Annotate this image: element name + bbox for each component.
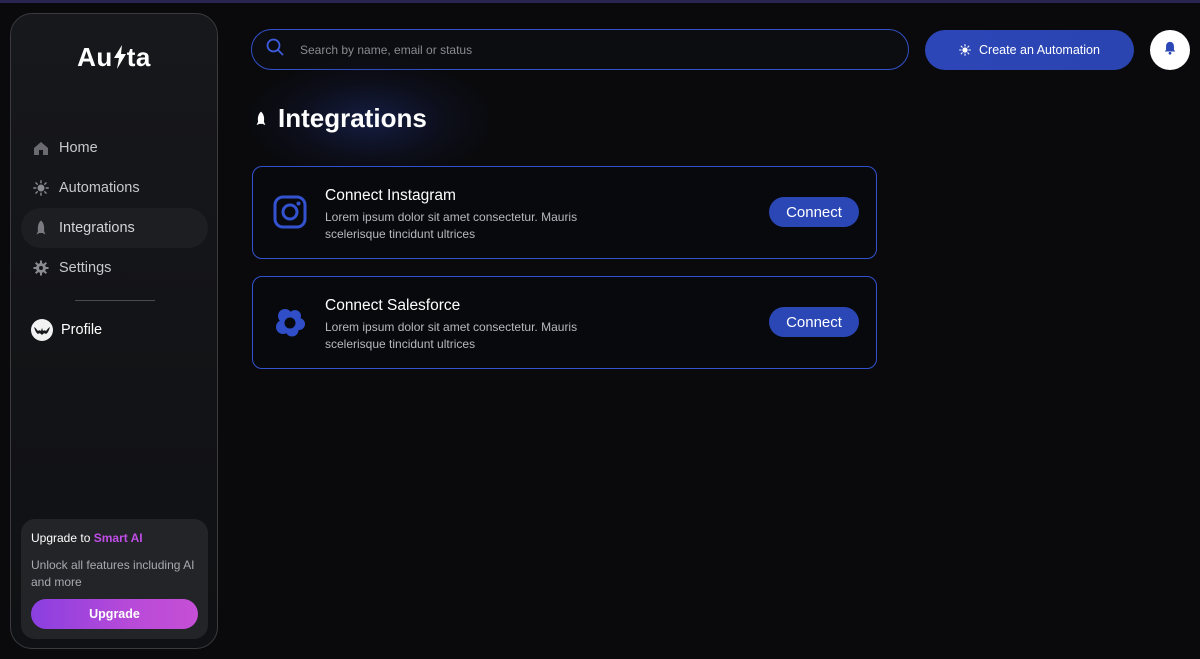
upgrade-title-prefix: Upgrade to	[31, 531, 94, 545]
bell-icon	[1163, 41, 1177, 60]
salesforce-icon	[273, 305, 307, 339]
rocket-icon	[254, 110, 268, 128]
sidebar-item-label: Home	[59, 140, 98, 156]
connect-instagram-button[interactable]: Connect	[769, 197, 859, 227]
sidebar-item-label: Automations	[59, 180, 140, 196]
integration-card-salesforce: Connect Salesforce Lorem ipsum dolor sit…	[252, 276, 877, 369]
sidebar-item-integrations[interactable]: Integrations	[21, 208, 208, 248]
profile-link[interactable]: Profile	[31, 319, 102, 341]
upgrade-title: Upgrade to Smart AI	[31, 531, 198, 545]
integration-title: Connect Salesforce	[325, 297, 461, 314]
create-automation-label: Create an Automation	[979, 43, 1100, 57]
rocket-icon	[33, 220, 49, 236]
avatar	[31, 319, 53, 341]
sidebar-item-automations[interactable]: Automations	[21, 168, 208, 208]
instagram-icon	[273, 195, 307, 229]
sidebar-item-home[interactable]: Home	[21, 128, 208, 168]
upgrade-card: Upgrade to Smart AI Unlock all features …	[21, 519, 208, 639]
page-title-text: Integrations	[278, 103, 427, 133]
top-accent-line	[0, 0, 1200, 3]
logo-text-left: Au	[77, 42, 113, 72]
app-logo[interactable]: Au ta	[11, 42, 217, 73]
sparkle-icon	[959, 44, 971, 56]
integration-card-instagram: Connect Instagram Lorem ipsum dolor sit …	[252, 166, 877, 259]
sidebar-item-settings[interactable]: Settings	[21, 248, 208, 288]
upgrade-description: Unlock all features including AI and mor…	[31, 558, 195, 589]
integration-description: Lorem ipsum dolor sit amet consectetur. …	[325, 320, 578, 351]
search-input[interactable]	[300, 42, 860, 57]
logo-text-right: ta	[126, 42, 151, 72]
smart-ai-highlight: Smart AI	[93, 531, 143, 545]
lightning-bolt-icon	[113, 45, 126, 69]
home-icon	[33, 140, 49, 156]
page-title: Integrations	[254, 103, 427, 134]
integration-title: Connect Instagram	[325, 187, 456, 204]
sparkle-icon	[33, 180, 49, 196]
create-automation-button[interactable]: Create an Automation	[925, 30, 1134, 70]
connect-salesforce-button[interactable]: Connect	[769, 307, 859, 337]
integration-description: Lorem ipsum dolor sit amet consectetur. …	[325, 210, 578, 241]
sidebar-nav: Home Automations Integrations Settings	[21, 128, 208, 288]
sidebar: Au ta Home Automations Integrations Sett…	[10, 13, 218, 649]
sidebar-item-label: Settings	[59, 260, 112, 276]
sidebar-item-label: Integrations	[59, 220, 135, 236]
bat-icon	[34, 327, 50, 335]
search-icon	[266, 38, 284, 61]
sidebar-divider	[75, 300, 155, 301]
upgrade-button[interactable]: Upgrade	[31, 599, 198, 629]
notifications-button[interactable]	[1150, 30, 1190, 70]
profile-label: Profile	[61, 322, 103, 338]
gear-icon	[33, 260, 49, 276]
